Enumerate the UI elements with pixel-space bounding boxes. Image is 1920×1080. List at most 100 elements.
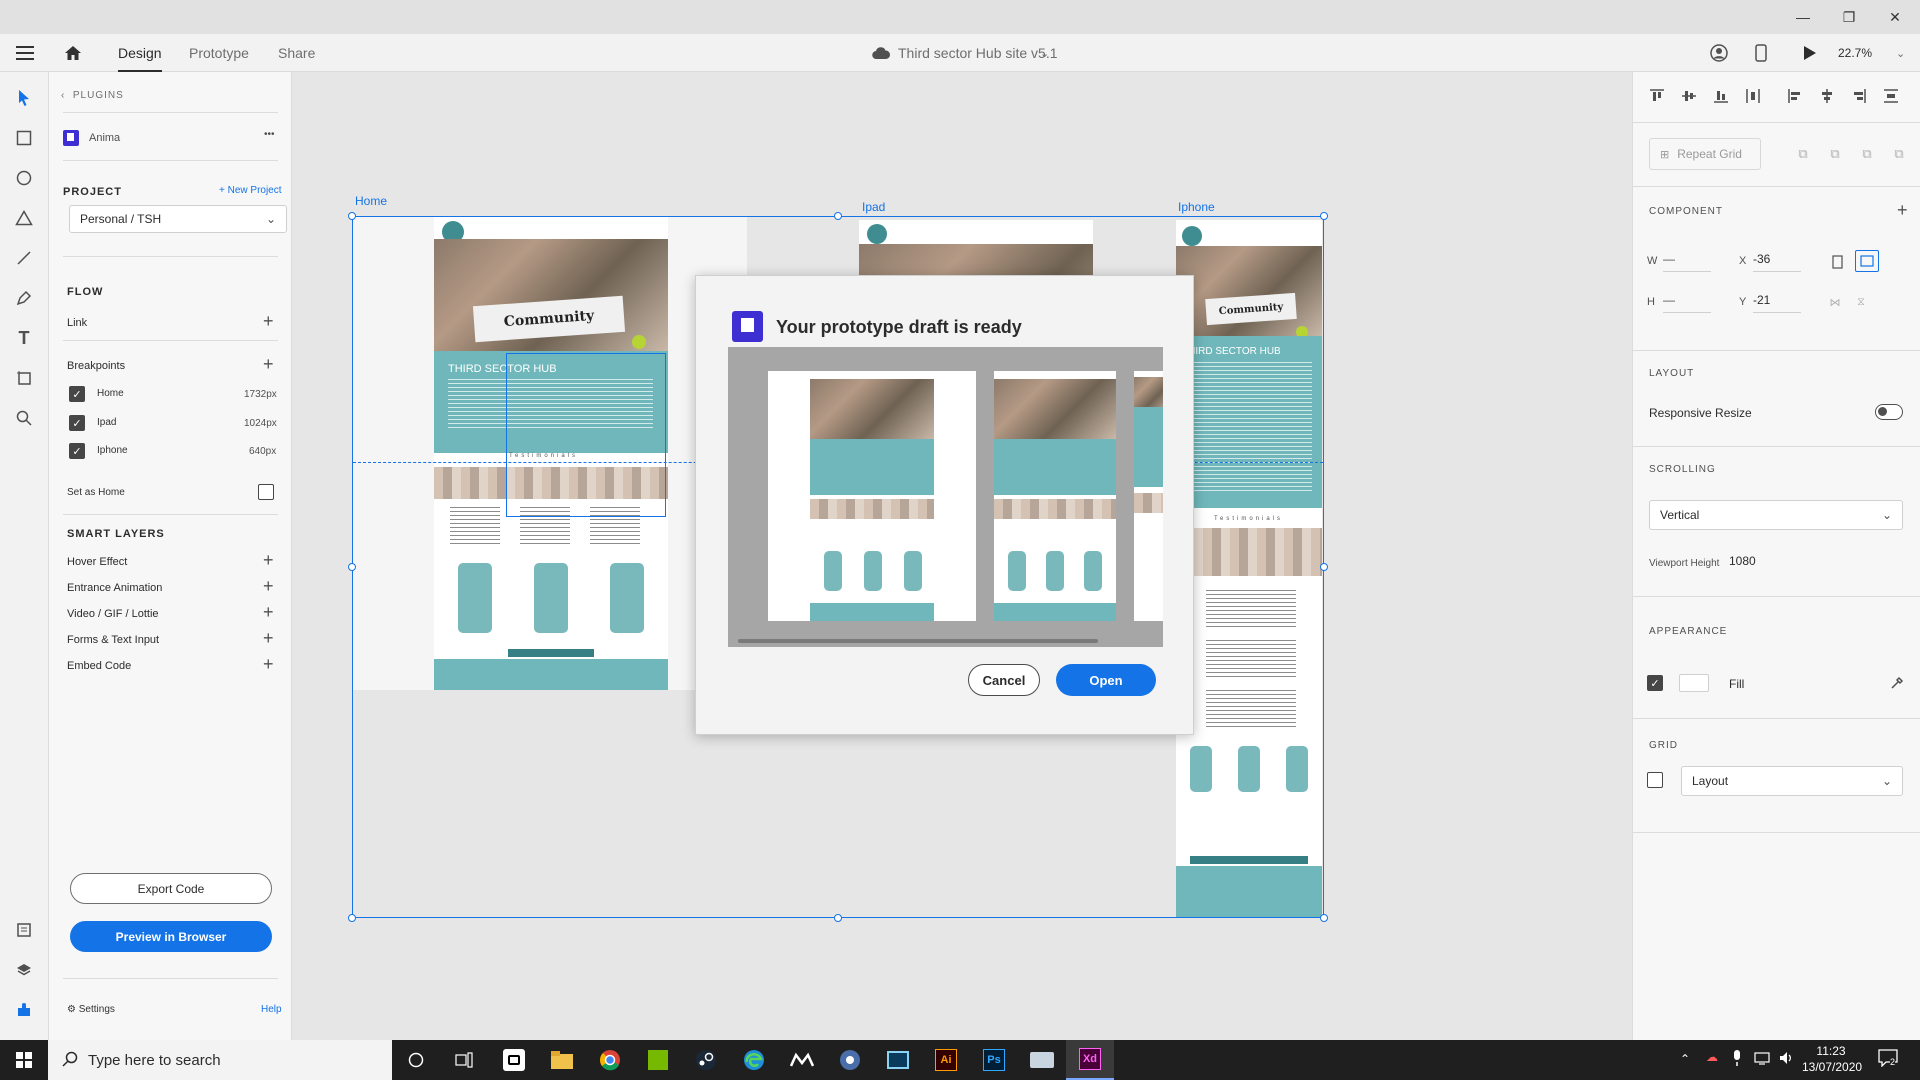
preview-in-browser-button[interactable]: Preview in Browser (70, 921, 272, 952)
select-tool-icon[interactable] (12, 86, 36, 110)
tab-prototype[interactable]: Prototype (189, 34, 249, 72)
preview-scrollbar[interactable] (738, 639, 1098, 643)
tray-chevron-icon[interactable]: ⌃ (1680, 1052, 1690, 1066)
boolean-subtract-icon[interactable]: ⧉ (1825, 144, 1845, 164)
cancel-button[interactable]: Cancel (968, 664, 1040, 696)
artboard-label-home[interactable]: Home (355, 194, 387, 208)
add-forms-button[interactable]: + (263, 629, 274, 647)
anima-app-icon[interactable] (490, 1040, 538, 1080)
set-as-home-checkbox[interactable] (258, 484, 274, 500)
boolean-intersect-icon[interactable]: ⧉ (1857, 144, 1877, 164)
xd-icon[interactable]: Xd (1066, 1040, 1114, 1080)
home-icon[interactable] (64, 34, 82, 72)
grid-type-select[interactable]: Layout ⌄ (1681, 766, 1903, 796)
help-link[interactable]: Help (261, 1004, 282, 1015)
align-bottom-icon[interactable] (1711, 86, 1731, 106)
align-center-icon[interactable] (1817, 86, 1837, 106)
add-video-button[interactable]: + (263, 603, 274, 621)
y-field[interactable]: -21 (1753, 293, 1801, 313)
tab-share[interactable]: Share (278, 34, 315, 72)
text-tool-icon[interactable]: T (12, 326, 36, 350)
align-left-icon[interactable] (1785, 86, 1805, 106)
pen-tool-icon[interactable] (12, 286, 36, 310)
ellipse-tool-icon[interactable] (12, 166, 36, 190)
add-entrance-animation-button[interactable]: + (263, 577, 274, 595)
microphone-icon[interactable] (1732, 1050, 1742, 1069)
responsive-resize-toggle[interactable] (1875, 404, 1903, 420)
breakpoint-home-checkbox[interactable]: ✓ (69, 386, 85, 402)
layers-icon[interactable] (12, 958, 36, 982)
align-right-icon[interactable] (1849, 86, 1869, 106)
breakpoint-ipad-checkbox[interactable]: ✓ (69, 415, 85, 431)
align-top-icon[interactable] (1647, 86, 1667, 106)
resize-handle[interactable] (834, 212, 842, 220)
add-breakpoint-button[interactable]: + (263, 355, 274, 373)
project-select[interactable]: Personal / TSH ⌄ (69, 205, 287, 233)
artboard-label-iphone[interactable]: Iphone (1178, 200, 1215, 214)
app-window-icon[interactable] (1018, 1040, 1066, 1080)
illustrator-icon[interactable]: Ai (922, 1040, 970, 1080)
resize-handle[interactable] (348, 563, 356, 571)
nvidia-icon[interactable] (634, 1040, 682, 1080)
resize-handle[interactable] (1320, 212, 1328, 220)
document-title[interactable]: Third sector Hub site v5.1 (898, 34, 1058, 72)
taskbar-search-input[interactable]: Type here to search (48, 1040, 392, 1080)
boolean-add-icon[interactable]: ⧉ (1793, 144, 1813, 164)
settings-link[interactable]: ⚙ Settings (67, 1004, 115, 1015)
new-project-link[interactable]: + New Project (219, 185, 282, 196)
add-component-button[interactable]: + (1897, 200, 1908, 221)
more-options-icon[interactable]: ••• (264, 129, 275, 140)
viewport-height-field[interactable]: 1080 (1729, 554, 1789, 574)
edge-icon[interactable] (730, 1040, 778, 1080)
resize-handle[interactable] (1320, 563, 1328, 571)
breakpoint-iphone-checkbox[interactable]: ✓ (69, 443, 85, 459)
assets-icon[interactable] (12, 918, 36, 942)
cortana-icon[interactable] (392, 1040, 440, 1080)
distribute-vertical-icon[interactable] (1881, 86, 1901, 106)
x-field[interactable]: -36 (1753, 252, 1801, 272)
close-button[interactable]: ✕ (1872, 0, 1918, 34)
app-disc-icon[interactable] (826, 1040, 874, 1080)
height-field[interactable]: — (1663, 293, 1711, 313)
resize-handle[interactable] (348, 914, 356, 922)
windows-start-icon[interactable] (0, 1040, 48, 1080)
hamburger-icon[interactable] (16, 34, 34, 72)
eyedropper-icon[interactable] (1887, 673, 1907, 693)
artboard-tool-icon[interactable] (12, 366, 36, 390)
grid-checkbox[interactable] (1647, 772, 1663, 788)
scrolling-select[interactable]: Vertical ⌄ (1649, 500, 1903, 530)
rectangle-tool-icon[interactable] (12, 126, 36, 150)
add-hover-effect-button[interactable]: + (263, 551, 274, 569)
align-middle-icon[interactable] (1679, 86, 1699, 106)
tab-design[interactable]: Design (118, 34, 162, 72)
file-explorer-icon[interactable] (538, 1040, 586, 1080)
restore-button[interactable]: ❐ (1826, 0, 1872, 34)
notifications-icon[interactable]: 2 (1876, 1049, 1900, 1069)
volume-icon[interactable] (1778, 1050, 1794, 1069)
plugins-icon[interactable] (12, 998, 36, 1022)
steam-icon[interactable] (682, 1040, 730, 1080)
export-code-button[interactable]: Export Code (70, 873, 272, 904)
play-icon[interactable] (1803, 34, 1817, 72)
minimize-button[interactable]: — (1780, 0, 1826, 34)
artboard-label-ipad[interactable]: Ipad (862, 200, 885, 214)
tray-cloud-icon[interactable]: ☁ (1706, 1050, 1718, 1064)
zoom-chevron-icon[interactable]: ⌄ (1896, 34, 1905, 72)
resize-handle[interactable] (1320, 914, 1328, 922)
resize-handle[interactable] (348, 212, 356, 220)
page-icon[interactable] (1827, 252, 1847, 272)
polygon-tool-icon[interactable] (12, 206, 36, 230)
clock[interactable]: 11:23 13/07/2020 (1802, 1044, 1862, 1074)
width-field[interactable]: — (1663, 252, 1711, 272)
zoom-level[interactable]: 22.7% (1838, 34, 1872, 72)
photoshop-icon[interactable]: Ps (970, 1040, 1018, 1080)
device-preview-icon[interactable] (1755, 34, 1767, 72)
flip-horizontal-icon[interactable]: ⋈ (1825, 292, 1845, 312)
media-player-icon[interactable] (874, 1040, 922, 1080)
task-view-icon[interactable] (440, 1040, 488, 1080)
chrome-icon[interactable] (586, 1040, 634, 1080)
add-link-button[interactable]: + (263, 312, 274, 330)
open-button[interactable]: Open (1056, 664, 1156, 696)
add-embed-code-button[interactable]: + (263, 655, 274, 673)
line-tool-icon[interactable] (12, 246, 36, 270)
